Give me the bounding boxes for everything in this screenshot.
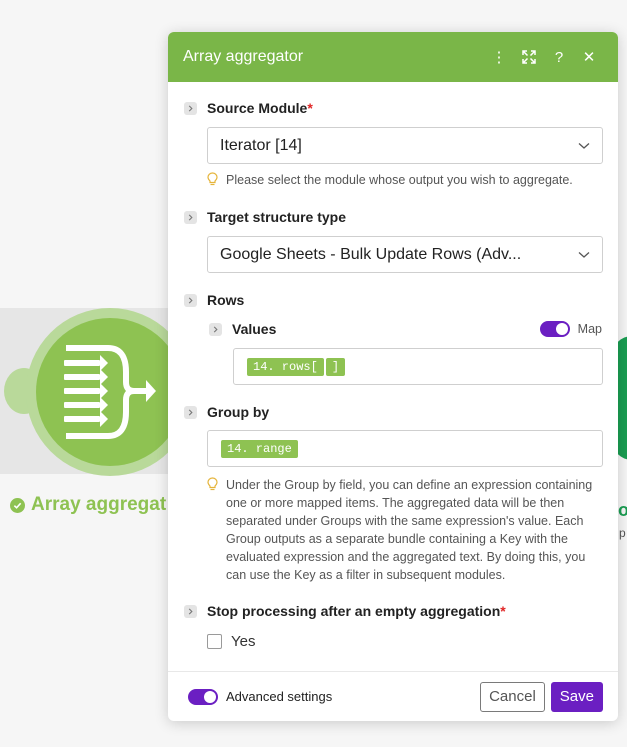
chevron-right-icon[interactable] — [184, 604, 197, 618]
source-module-value: Iterator [14] — [220, 136, 302, 154]
group-by-hint: Under the Group by field, you can define… — [207, 476, 597, 584]
map-label: Map — [577, 322, 602, 336]
help-icon[interactable]: ? — [544, 42, 574, 72]
cancel-button[interactable]: Cancel — [480, 681, 545, 712]
rows-label: Rows — [207, 292, 245, 308]
right-node-label: o — [618, 500, 627, 520]
right-node-sublabel: p — [619, 526, 626, 540]
chevron-down-icon — [578, 142, 590, 149]
yes-label: Yes — [231, 633, 256, 650]
group-by-label: Group by — [207, 404, 270, 420]
target-structure-value: Google Sheets - Bulk Update Rows (Adv... — [220, 245, 522, 263]
mapped-item-pill[interactable]: ] — [325, 357, 346, 376]
dialog-header: Array aggregator ⋮ ? ✕ — [168, 32, 618, 82]
chevron-down-icon — [578, 251, 590, 258]
source-module-section: Source Module* — [184, 98, 602, 118]
values-field[interactable]: 14. rows[ ] — [233, 348, 603, 385]
aggregator-icon — [60, 342, 160, 447]
dialog-footer: Advanced settings Cancel Save — [168, 671, 618, 721]
node-label-text: Array aggregat — [31, 494, 167, 515]
expand-icon[interactable] — [514, 42, 544, 72]
module-settings-dialog: Array aggregator ⋮ ? ✕ Source Module* It… — [168, 32, 618, 721]
stop-processing-label: Stop processing after an empty aggregati… — [207, 603, 506, 619]
chevron-right-icon[interactable] — [184, 293, 197, 307]
advanced-settings: Advanced settings — [188, 688, 480, 705]
advanced-settings-label: Advanced settings — [226, 689, 333, 704]
lightbulb-icon — [207, 477, 218, 584]
node-label: Array aggregat — [10, 494, 166, 516]
target-structure-select[interactable]: Google Sheets - Bulk Update Rows (Adv... — [207, 236, 603, 273]
mapped-item-pill[interactable]: 14. range — [221, 439, 298, 458]
chevron-right-icon[interactable] — [184, 405, 197, 419]
mapped-item-pill[interactable]: 14. rows[ — [247, 357, 324, 376]
source-module-label: Source Module* — [207, 100, 313, 116]
dialog-body: Source Module* Iterator [14] Please sele… — [168, 82, 618, 671]
source-module-hint: Please select the module whose output yo… — [207, 171, 597, 192]
chevron-right-icon[interactable] — [184, 101, 197, 115]
required-mark: * — [307, 100, 313, 116]
save-button[interactable]: Save — [550, 681, 603, 712]
source-module-select[interactable]: Iterator [14] — [207, 127, 603, 164]
lightbulb-icon — [207, 172, 218, 192]
required-mark: * — [500, 603, 506, 619]
group-by-section: Group by — [184, 402, 602, 422]
success-check-icon — [10, 497, 25, 513]
close-icon[interactable]: ✕ — [574, 42, 604, 72]
stop-processing-section: Stop processing after an empty aggregati… — [184, 601, 602, 621]
target-structure-label: Target structure type — [207, 209, 346, 225]
source-module-hint-text: Please select the module whose output yo… — [226, 173, 573, 187]
rows-section: Rows — [184, 290, 602, 310]
values-label: Values — [232, 321, 277, 337]
advanced-settings-toggle[interactable] — [188, 688, 218, 705]
chevron-right-icon[interactable] — [209, 322, 222, 336]
more-icon[interactable]: ⋮ — [484, 42, 514, 72]
values-subsection: Values Map — [209, 319, 602, 339]
group-by-hint-text: Under the Group by field, you can define… — [226, 478, 593, 582]
chevron-right-icon[interactable] — [184, 210, 197, 224]
yes-checkbox[interactable] — [207, 634, 222, 649]
stop-processing-option: Yes — [207, 633, 255, 650]
dialog-title: Array aggregator — [183, 48, 304, 65]
group-by-field[interactable]: 14. range — [207, 430, 603, 467]
target-structure-section: Target structure type — [184, 207, 602, 227]
map-toggle[interactable] — [539, 321, 570, 337]
